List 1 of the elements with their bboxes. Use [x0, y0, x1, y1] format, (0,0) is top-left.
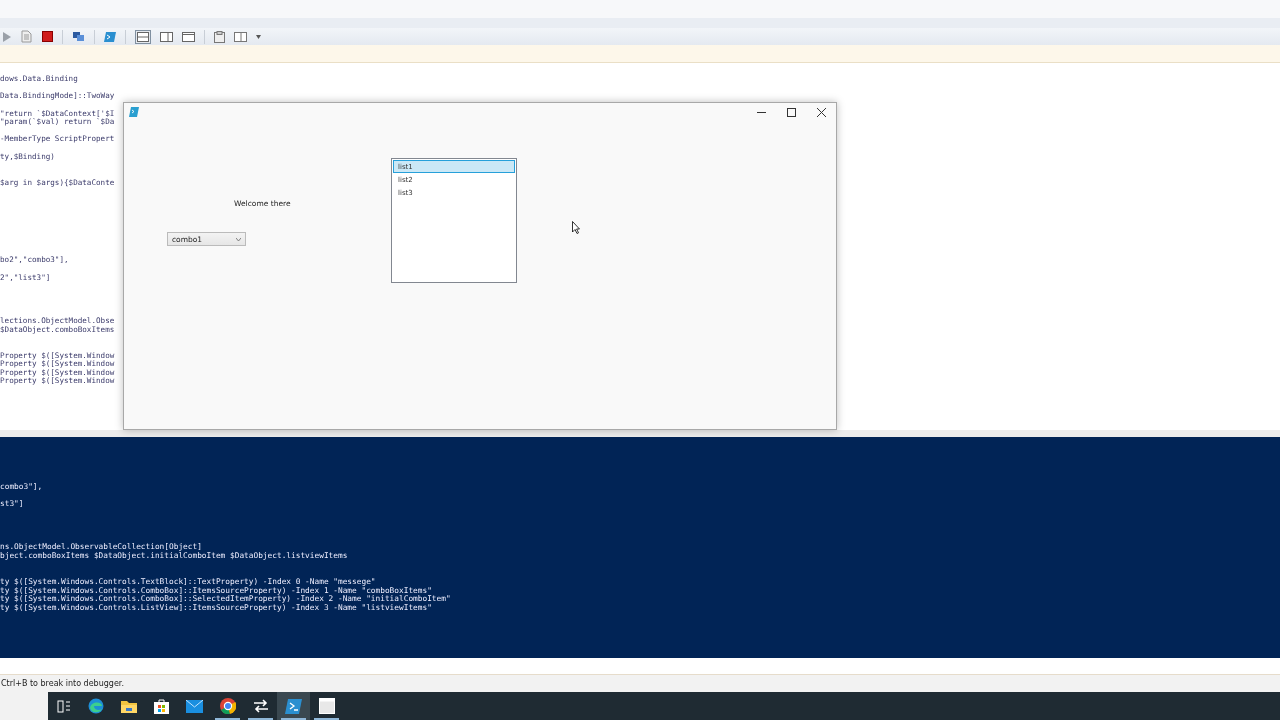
status-text: Ctrl+B to break into debugger.: [1, 679, 124, 688]
